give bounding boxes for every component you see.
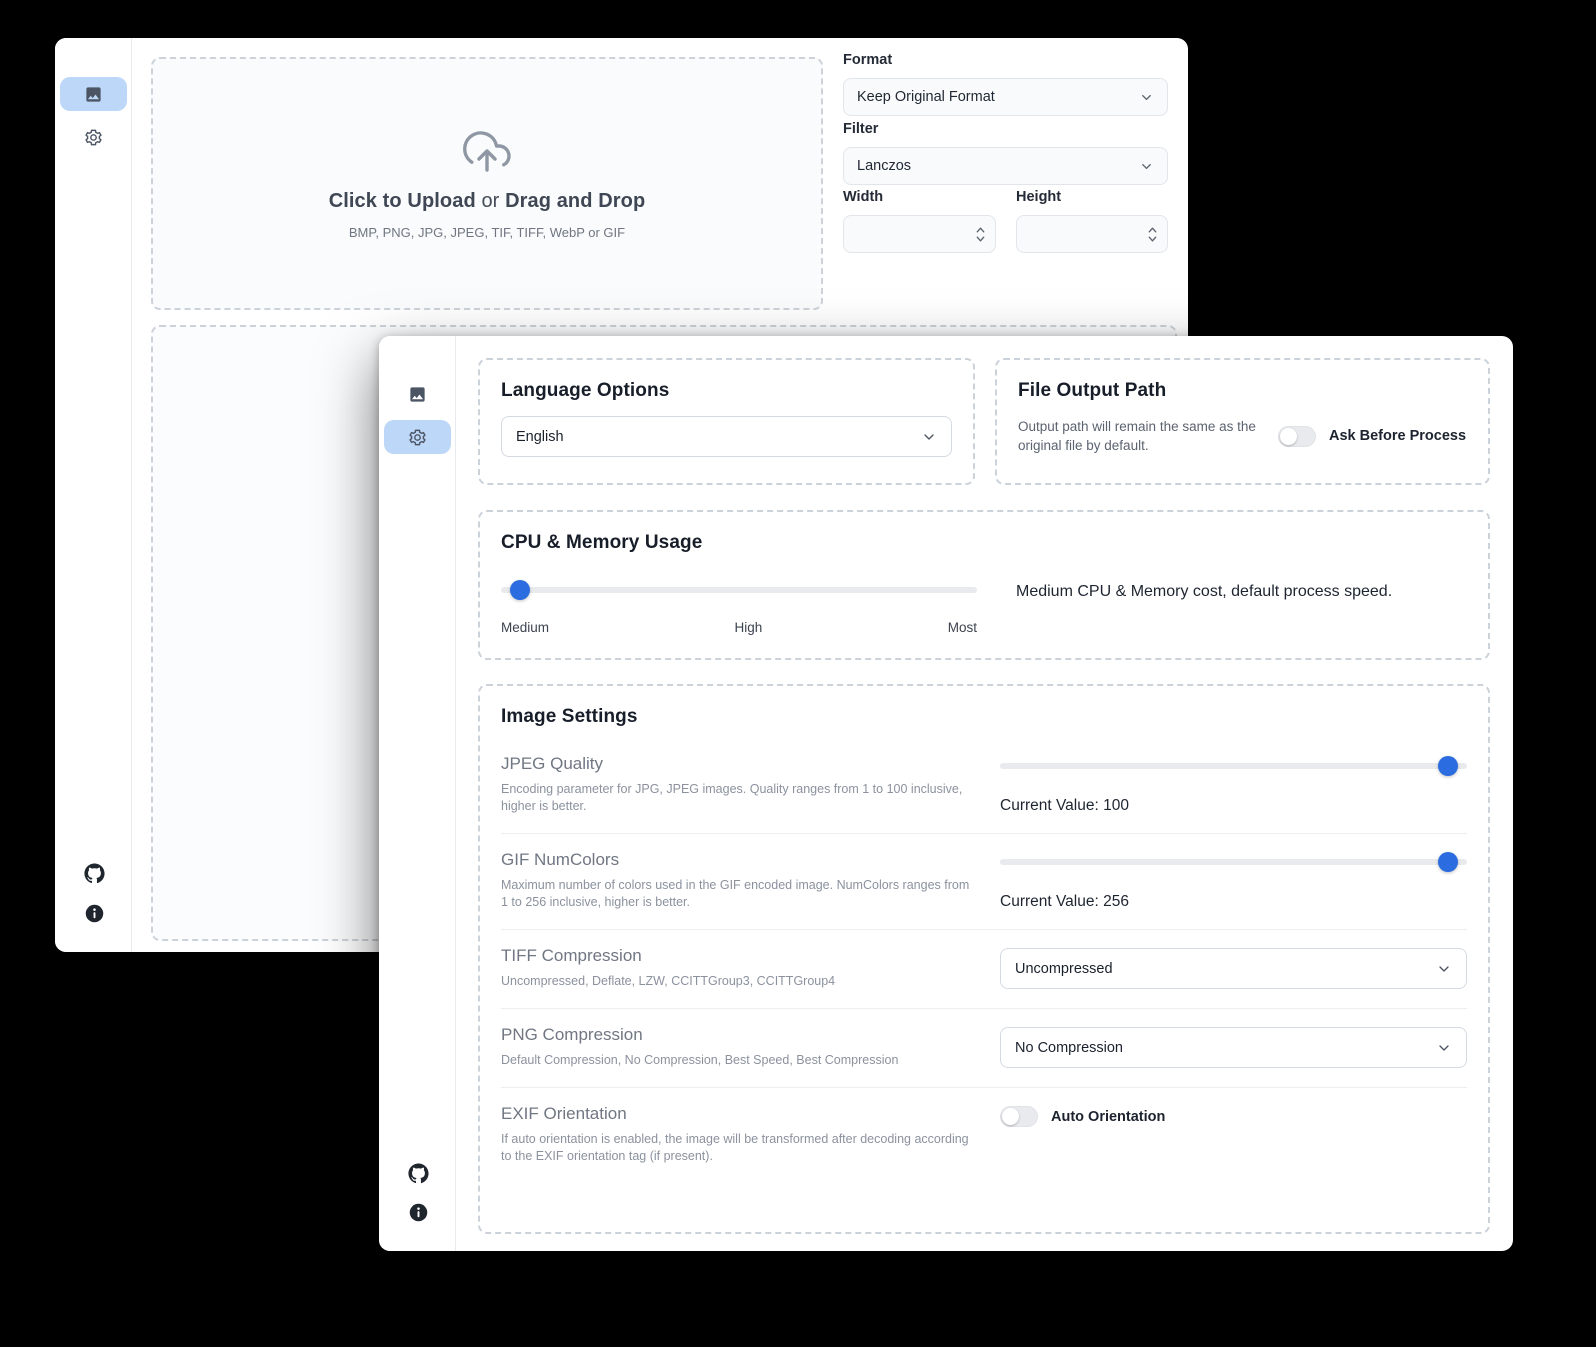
chevron-down-icon xyxy=(1436,1040,1452,1056)
image-icon xyxy=(84,85,103,104)
language-options-panel: Language Options English xyxy=(478,358,975,485)
desktop-background: Click to Upload or Drag and Drop BMP, PN… xyxy=(0,0,1596,1347)
upload-title-or: or xyxy=(476,190,505,212)
jpeg-quality-value: Current Value: 100 xyxy=(1000,797,1467,815)
setting-row-jpeg-quality: JPEG Quality Encoding parameter for JPG,… xyxy=(501,738,1467,833)
filter-label: Filter xyxy=(843,121,878,137)
height-label: Height xyxy=(1016,189,1061,205)
setting-name: PNG Compression xyxy=(501,1025,970,1045)
sidebar xyxy=(379,336,456,1251)
format-select-value: Keep Original Format xyxy=(857,89,995,105)
cpu-memory-slider[interactable] xyxy=(501,580,977,600)
language-select[interactable]: English xyxy=(501,416,952,457)
auto-orientation-toggle[interactable] xyxy=(1000,1106,1038,1127)
gif-numcolors-value: Current Value: 256 xyxy=(1000,893,1467,911)
setting-name: JPEG Quality xyxy=(501,754,970,774)
cpu-status-text: Medium CPU & Memory cost, default proces… xyxy=(1016,583,1392,601)
slider-thumb[interactable] xyxy=(1438,852,1458,872)
height-input[interactable] xyxy=(1030,226,1147,242)
jpeg-quality-slider[interactable] xyxy=(1000,756,1467,776)
width-stepper xyxy=(843,215,996,253)
sidebar-item-images[interactable] xyxy=(60,77,127,111)
auto-orientation-label: Auto Orientation xyxy=(1051,1109,1165,1125)
cpu-memory-panel: CPU & Memory Usage Medium High Most Medi… xyxy=(478,510,1490,660)
chevron-down-icon xyxy=(1139,90,1154,105)
tiff-compression-select[interactable]: Uncompressed xyxy=(1000,948,1467,989)
setting-description: Maximum number of colors used in the GIF… xyxy=(501,877,970,911)
image-settings-title: Image Settings xyxy=(501,706,1467,728)
about-button[interactable] xyxy=(407,1201,429,1223)
github-icon xyxy=(408,1163,429,1184)
chevron-down-icon xyxy=(1436,961,1452,977)
setting-name: GIF NumColors xyxy=(501,850,970,870)
file-output-path-title: File Output Path xyxy=(1018,380,1467,402)
setting-description: Encoding parameter for JPG, JPEG images.… xyxy=(501,781,970,815)
upload-title-drag: Drag and Drop xyxy=(505,190,645,212)
upload-title: Click to Upload or Drag and Drop xyxy=(329,190,646,213)
tick-medium: Medium xyxy=(501,620,549,635)
cpu-memory-title: CPU & Memory Usage xyxy=(501,532,1467,554)
setting-row-gif-numcolors: GIF NumColors Maximum number of colors u… xyxy=(501,833,1467,929)
chevron-down-icon xyxy=(921,429,937,445)
language-options-title: Language Options xyxy=(501,380,952,402)
upload-cloud-icon xyxy=(463,128,511,176)
slider-thumb[interactable] xyxy=(510,580,530,600)
setting-description: Default Compression, No Compression, Bes… xyxy=(501,1052,970,1069)
github-link[interactable] xyxy=(83,862,105,884)
slider-thumb[interactable] xyxy=(1438,756,1458,776)
sidebar xyxy=(55,38,132,952)
output-path-description: Output path will remain the same as the … xyxy=(1018,417,1256,455)
setting-description: If auto orientation is enabled, the imag… xyxy=(501,1131,970,1165)
stepper-icon[interactable] xyxy=(975,226,986,243)
setting-row-tiff-compression: TIFF Compression Uncompressed, Deflate, … xyxy=(501,929,1467,1008)
width-input[interactable] xyxy=(857,226,975,242)
tiff-compression-value: Uncompressed xyxy=(1015,961,1113,977)
github-link[interactable] xyxy=(407,1162,429,1184)
upload-title-click: Click to Upload xyxy=(329,190,476,212)
tick-most: Most xyxy=(948,620,977,635)
upload-dropzone[interactable]: Click to Upload or Drag and Drop BMP, PN… xyxy=(151,57,823,310)
setting-name: EXIF Orientation xyxy=(501,1104,970,1124)
image-settings-panel: Image Settings JPEG Quality Encoding par… xyxy=(478,684,1490,1234)
info-icon xyxy=(84,903,105,924)
setting-row-png-compression: PNG Compression Default Compression, No … xyxy=(501,1008,1467,1087)
stepper-icon[interactable] xyxy=(1147,226,1158,243)
about-button[interactable] xyxy=(83,902,105,924)
gif-numcolors-slider[interactable] xyxy=(1000,852,1467,872)
sidebar-item-settings[interactable] xyxy=(60,120,127,154)
setting-name: TIFF Compression xyxy=(501,946,970,966)
gear-icon xyxy=(84,128,103,147)
png-compression-select[interactable]: No Compression xyxy=(1000,1027,1467,1068)
setting-description: Uncompressed, Deflate, LZW, CCITTGroup3,… xyxy=(501,973,970,990)
setting-row-exif-orientation: EXIF Orientation If auto orientation is … xyxy=(501,1087,1467,1183)
slider-track[interactable] xyxy=(1000,859,1467,865)
format-label: Format xyxy=(843,52,892,68)
slider-track[interactable] xyxy=(1000,763,1467,769)
info-icon xyxy=(408,1202,429,1223)
settings-window: Language Options English File Output Pat… xyxy=(379,336,1513,1251)
format-select[interactable]: Keep Original Format xyxy=(843,78,1168,116)
gear-icon xyxy=(408,428,427,447)
width-label: Width xyxy=(843,189,883,205)
sidebar-item-settings[interactable] xyxy=(384,420,451,454)
filter-select[interactable]: Lanczos xyxy=(843,147,1168,185)
cpu-slider-ticks: Medium High Most xyxy=(501,620,977,635)
png-compression-value: No Compression xyxy=(1015,1040,1123,1056)
upload-supported-formats: BMP, PNG, JPG, JPEG, TIF, TIFF, WebP or … xyxy=(349,225,625,240)
sidebar-item-images[interactable] xyxy=(384,377,451,411)
slider-track[interactable] xyxy=(501,587,977,593)
github-icon xyxy=(84,863,105,884)
filter-select-value: Lanczos xyxy=(857,158,911,174)
height-stepper xyxy=(1016,215,1168,253)
language-select-value: English xyxy=(516,429,564,445)
tick-high: High xyxy=(734,620,762,635)
ask-before-process-label: Ask Before Process xyxy=(1329,428,1466,444)
chevron-down-icon xyxy=(1139,159,1154,174)
ask-before-process-toggle[interactable] xyxy=(1278,426,1316,447)
file-output-path-panel: File Output Path Output path will remain… xyxy=(995,358,1490,485)
image-icon xyxy=(408,385,427,404)
